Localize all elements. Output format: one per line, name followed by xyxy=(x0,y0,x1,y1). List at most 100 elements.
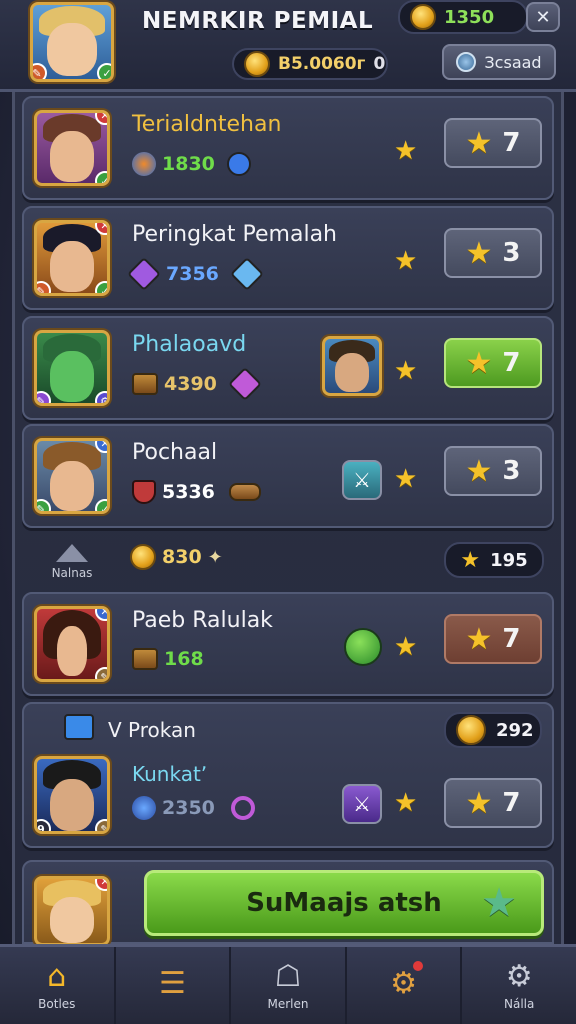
close-button[interactable]: ✕ xyxy=(526,2,560,32)
header-bar: ✎ ✓ NEMRKIR PEMIAL 1350 ✕ B5.0060г 0 Зcs… xyxy=(0,0,576,92)
scroll-icon xyxy=(228,483,261,501)
settings-icon: ⚙ xyxy=(505,958,533,994)
coin-icon xyxy=(130,544,156,570)
chest-icon xyxy=(132,648,158,670)
player-stat: 5336 xyxy=(132,480,261,504)
coin-counter-top: 1350 xyxy=(398,0,528,34)
cta-panel: ✕ SuMaajs atsh ★ xyxy=(22,860,554,946)
check-badge: ✓ xyxy=(95,281,107,293)
rank-button[interactable]: ★ 7 xyxy=(444,338,542,388)
balance-value: B5.0060г xyxy=(278,54,366,74)
star-icon: ★ xyxy=(394,246,418,276)
player-stat: 4390 xyxy=(132,367,262,401)
star-icon: ★ xyxy=(394,356,418,386)
edit-badge[interactable]: ✎ xyxy=(37,281,51,293)
hero-avatar: 9 ✎ xyxy=(34,756,110,834)
player-avatar: ✕ xyxy=(34,876,110,946)
leaderboard-row[interactable]: ✕ ✓ Terialdntehan 1830 ★ ★ 7 xyxy=(22,96,554,200)
hero-avatar: ✕ ✓ xyxy=(34,110,110,186)
sapphire-icon xyxy=(64,714,94,740)
player-stat: 1830 xyxy=(132,152,251,176)
confirm-button[interactable]: SuMaajs atsh ★ xyxy=(144,870,544,936)
star-icon: ★ xyxy=(394,464,418,494)
group-coins: 292 xyxy=(444,712,542,748)
rank-button[interactable]: ★ 3 xyxy=(444,228,542,278)
player-name: Paeb Ralulak xyxy=(132,608,273,633)
settings-badge[interactable]: ⚙ xyxy=(95,391,107,403)
leaderboard-row[interactable]: ✕ ✎ ✓ Peringkat Pemalah 7356 ★ ★ 3 xyxy=(22,206,554,310)
nav-item-gear[interactable]: ⚙ xyxy=(347,947,463,1024)
edit-badge[interactable]: ✎ xyxy=(37,391,51,403)
remove-badge[interactable]: ✕ xyxy=(95,609,107,621)
player-name: Pochaal xyxy=(132,440,218,465)
balance-suffix: 0 xyxy=(373,54,386,74)
potion-icon[interactable] xyxy=(344,628,382,666)
balance-display: B5.0060г 0 xyxy=(232,48,388,80)
nav-item-home[interactable]: ⌂ Botles xyxy=(0,947,116,1024)
rank-button[interactable]: ★ 7 xyxy=(444,614,542,664)
sub-player-stat: 2350 xyxy=(132,796,255,820)
leaderboard-row[interactable]: ✎ ⚙ Phalaoavd 4390 ★ ★ 7 xyxy=(22,316,554,420)
star-icon: ★ xyxy=(465,345,493,381)
amethyst-icon xyxy=(227,367,262,401)
avatar-check-badge: ✓ xyxy=(97,63,111,79)
crystal-icon xyxy=(229,257,264,291)
hero-avatar: ✕ ✎ ✓ xyxy=(34,438,110,514)
hero-avatar: ✎ ⚙ xyxy=(34,330,110,406)
coin-icon xyxy=(456,715,486,745)
star-icon: ★ xyxy=(465,453,493,489)
companion-avatar[interactable] xyxy=(322,336,382,396)
rank-button[interactable]: ★ 7 xyxy=(444,118,542,168)
star-icon: ★ xyxy=(465,235,493,271)
amethyst-icon xyxy=(127,257,161,291)
player-stat: 168 xyxy=(132,648,204,670)
sword-item-icon[interactable]: ⚔ xyxy=(342,784,382,824)
mountain-icon xyxy=(56,544,88,562)
player-name: Phalaoavd xyxy=(132,332,247,357)
gear-alert-icon: ⚙ xyxy=(390,965,418,1001)
chest-icon xyxy=(132,373,158,395)
list-icon: ☰ xyxy=(158,965,186,1001)
sword-item-icon[interactable]: ⚔ xyxy=(342,460,382,500)
edit-badge[interactable]: ✎ xyxy=(95,819,107,831)
divider-strip: Nalnas 830 ✦ ★ 195 xyxy=(22,534,554,586)
group-panel[interactable]: V Prokan 292 9 ✎ Kunkatʼ 2350 ⚔ ★ ★ 7 xyxy=(22,702,554,848)
sapphire-icon xyxy=(132,796,156,820)
nav-item-shop[interactable]: ☖ Merlen xyxy=(231,947,347,1024)
notification-dot xyxy=(412,961,423,971)
nav-item-settings[interactable]: ⚙ Nálla xyxy=(462,947,576,1024)
star-icon: ★ xyxy=(465,125,493,161)
star-icon: ★ xyxy=(465,621,493,657)
star-icon: ★ xyxy=(394,632,418,662)
player-name: Terialdntehan xyxy=(132,112,282,137)
nav-item-list[interactable]: ☰ xyxy=(116,947,232,1024)
group-title: V Prokan xyxy=(108,718,196,742)
rank-button[interactable]: ★ 3 xyxy=(444,446,542,496)
star-icon: ★ xyxy=(481,880,517,926)
edit-badge[interactable]: ✎ xyxy=(37,499,51,511)
player-avatar[interactable]: ✎ ✓ xyxy=(30,2,114,82)
fire-icon xyxy=(132,152,156,176)
leaderboard-row[interactable]: ✕ ✎ Paeb Ralulak 168 ★ ★ 7 xyxy=(22,592,554,696)
hero-avatar: ✕ ✎ ✓ xyxy=(34,220,110,296)
leaderboard-row[interactable]: ✕ ✎ ✓ Pochaal 5336 ⚔ ★ ★ 3 xyxy=(22,424,554,528)
hero-avatar: ✕ ✎ xyxy=(34,606,110,682)
check-badge: ✓ xyxy=(95,499,107,511)
sapphire-icon xyxy=(226,152,251,176)
bottom-nav: ⌂ Botles ☰ ☖ Merlen ⚙ ⚙ Nálla xyxy=(0,944,576,1024)
player-stat: 7356 xyxy=(127,257,264,291)
check-badge: ✓ xyxy=(95,171,107,183)
player-name: Peringkat Pemalah xyxy=(132,222,338,247)
amulet-icon xyxy=(230,796,255,820)
home-icon: ⌂ xyxy=(47,958,67,994)
star-total: ★ 195 xyxy=(444,542,544,578)
rank-button[interactable]: ★ 7 xyxy=(444,778,542,828)
level-badge: 9 xyxy=(37,819,51,831)
avatar-edit-badge[interactable]: ✎ xyxy=(33,63,47,79)
account-button[interactable]: Зcsaad xyxy=(442,44,556,80)
sub-player-name: Kunkatʼ xyxy=(132,762,208,786)
edit-badge[interactable]: ✎ xyxy=(95,667,107,679)
coin-reward: 830 ✦ xyxy=(130,544,223,570)
account-icon xyxy=(456,52,477,72)
ranks-tab[interactable]: Nalnas xyxy=(32,538,112,586)
